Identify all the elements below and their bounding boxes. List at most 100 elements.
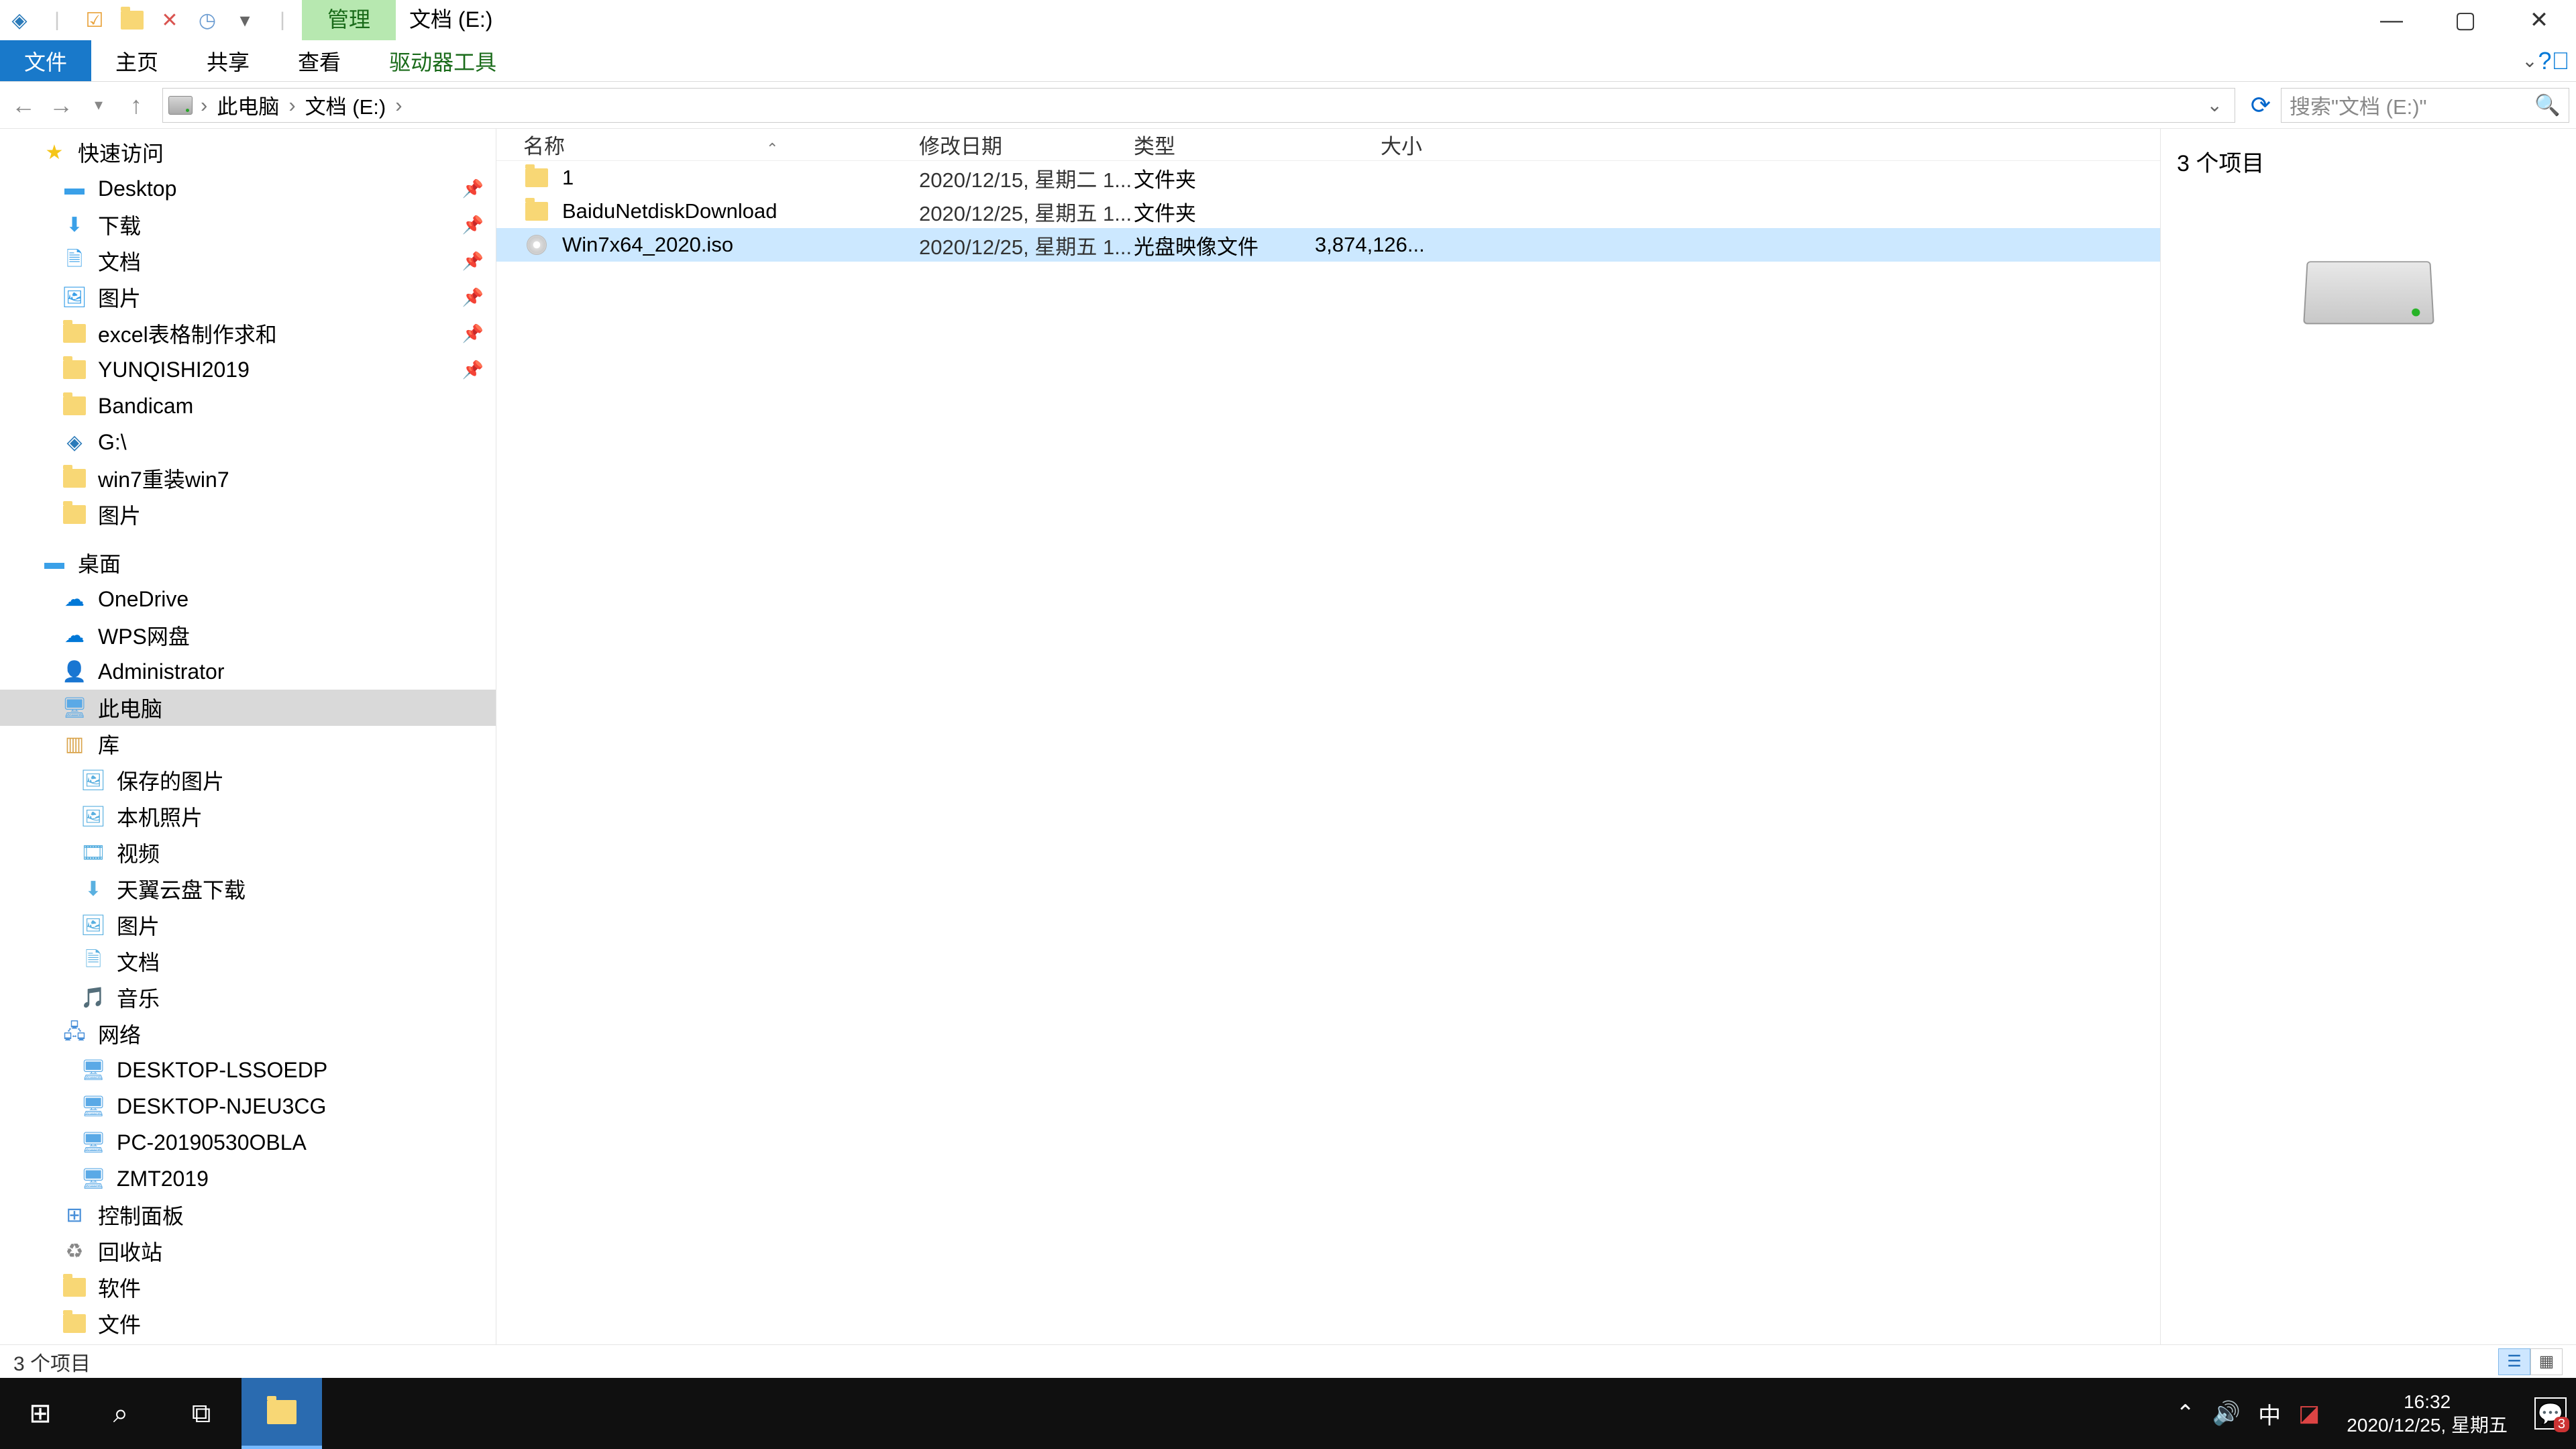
sidebar-item-onedrive[interactable]: ☁OneDrive <box>0 581 496 617</box>
column-headers[interactable]: 名称⌃ 修改日期 类型 大小 <box>496 129 2160 161</box>
help-icon[interactable]: ?⃝ <box>2545 40 2576 81</box>
sidebar-item-thispc[interactable]: 🖥此电脑 <box>0 690 496 726</box>
ribbon-tab-drive-tools[interactable]: 驱动器工具 <box>365 40 521 81</box>
sidebar-item-libraries[interactable]: ▥库 <box>0 726 496 762</box>
sidebar-item-files[interactable]: 文件 <box>0 1305 496 1342</box>
music-icon: 🎵 <box>79 985 107 1010</box>
ribbon-tab-home[interactable]: 主页 <box>91 40 182 81</box>
drive-illustration-icon <box>2303 261 2434 324</box>
sidebar-item-pc1[interactable]: 🖥DESKTOP-LSSOEDP <box>0 1052 496 1088</box>
file-list[interactable]: 12020/12/15, 星期二 1...文件夹BaiduNetdiskDown… <box>496 161 2160 1344</box>
tray-security-icon[interactable]: ◪ <box>2298 1400 2320 1427</box>
ime-icon[interactable]: 中 <box>2258 1397 2281 1430</box>
sidebar-item-pictures[interactable]: 🖼图片📌 <box>0 279 496 315</box>
qat-check-icon[interactable]: ☑ <box>79 5 110 36</box>
navigation-pane[interactable]: ★快速访问 ▬Desktop📌 ⬇下载📌 🗎文档📌 🖼图片📌 excel表格制作… <box>0 129 496 1344</box>
details-pane: 3 个项目 <box>2160 129 2576 1344</box>
address-dropdown-icon[interactable]: ⌄ <box>2200 94 2229 116</box>
library-icon: ▥ <box>60 732 89 756</box>
sidebar-item-tianyi[interactable]: ⬇天翼云盘下载 <box>0 871 496 907</box>
search-input[interactable]: 搜索"文档 (E:)" 🔍 <box>2281 88 2569 123</box>
taskbar-search-button[interactable]: ⌕ <box>80 1378 161 1449</box>
sidebar-item-pc2[interactable]: 🖥DESKTOP-NJEU3CG <box>0 1088 496 1124</box>
file-row[interactable]: BaiduNetdiskDownload2020/12/25, 星期五 1...… <box>496 195 2160 228</box>
ribbon-tab-view[interactable]: 查看 <box>274 40 365 81</box>
ribbon-tab-file[interactable]: 文件 <box>0 40 91 81</box>
column-size[interactable]: 大小 <box>1315 129 1422 160</box>
sidebar-item-videos[interactable]: 🎞视频 <box>0 835 496 871</box>
system-tray[interactable]: ⌃ 🔊 中 ◪ 16:32 2020/12/25, 星期五 💬3 <box>2176 1378 2576 1449</box>
sidebar-item-music[interactable]: 🎵音乐 <box>0 979 496 1016</box>
desktop-icon: ▬ <box>40 551 68 575</box>
star-icon: ★ <box>40 140 68 164</box>
qat-folder-icon[interactable] <box>117 5 148 36</box>
sidebar-item-software[interactable]: 软件 <box>0 1269 496 1305</box>
qat-properties-icon[interactable]: ◷ <box>192 5 223 36</box>
sidebar-item-documents[interactable]: 🗎文档📌 <box>0 243 496 279</box>
sidebar-item-pics3[interactable]: 🖼图片 <box>0 907 496 943</box>
sidebar-quick-access[interactable]: ★快速访问 <box>0 134 496 170</box>
file-row[interactable]: Win7x64_2020.iso2020/12/25, 星期五 1...光盘映像… <box>496 228 2160 262</box>
sidebar-item-gdrive[interactable]: ◈G:\ <box>0 424 496 460</box>
sidebar-item-recycle[interactable]: ♻回收站 <box>0 1233 496 1269</box>
breadcrumb-current[interactable]: 文档 (E:) <box>300 90 392 120</box>
breadcrumb-sep-icon[interactable]: › <box>288 93 295 117</box>
column-name[interactable]: 名称⌃ <box>523 129 919 160</box>
sidebar-item-pc4[interactable]: 🖥ZMT2019 <box>0 1161 496 1197</box>
start-button[interactable]: ⊞ <box>0 1378 80 1449</box>
sidebar-item-pictures2[interactable]: 图片 <box>0 496 496 533</box>
volume-icon[interactable]: 🔊 <box>2212 1400 2241 1427</box>
folder-icon <box>60 358 89 382</box>
nav-forward-button[interactable]: → <box>44 89 78 122</box>
taskbar-explorer-button[interactable] <box>241 1378 322 1449</box>
nav-up-button[interactable]: ↑ <box>119 89 153 122</box>
search-icon[interactable]: 🔍 <box>2534 93 2561 117</box>
sidebar-item-win7[interactable]: win7重装win7 <box>0 460 496 496</box>
refresh-button[interactable]: ⟳ <box>2245 89 2277 122</box>
action-center-button[interactable]: 💬3 <box>2534 1397 2567 1430</box>
sidebar-item-control-panel[interactable]: ⊞控制面板 <box>0 1197 496 1233</box>
sidebar-item-downloads[interactable]: ⬇下载📌 <box>0 207 496 243</box>
quick-access-toolbar: ◈ | ☑ ✕ ◷ ▾ | <box>0 0 302 40</box>
maximize-button[interactable]: ▢ <box>2428 0 2502 40</box>
sidebar-item-wps[interactable]: ☁WPS网盘 <box>0 617 496 653</box>
column-type[interactable]: 类型 <box>1134 129 1315 160</box>
folder-icon <box>60 321 89 345</box>
qat-dropdown-icon[interactable]: ▾ <box>229 5 260 36</box>
address-bar[interactable]: › 此电脑 › 文档 (E:) › ⌄ <box>162 88 2235 123</box>
nav-back-button[interactable]: ← <box>7 89 40 122</box>
nav-recent-dropdown[interactable]: ▾ <box>82 89 115 122</box>
taskbar[interactable]: ⊞ ⌕ ⧉ ⌃ 🔊 中 ◪ 16:32 2020/12/25, 星期五 💬3 <box>0 1378 2576 1449</box>
sidebar-item-excel[interactable]: excel表格制作求和📌 <box>0 315 496 352</box>
minimize-button[interactable]: — <box>2355 0 2428 40</box>
file-list-pane: 名称⌃ 修改日期 类型 大小 12020/12/15, 星期二 1...文件夹B… <box>496 129 2160 1344</box>
sidebar-item-docs2[interactable]: 🗎文档 <box>0 943 496 979</box>
sidebar-item-network[interactable]: 🖧网络 <box>0 1016 496 1052</box>
documents-icon: 🗎 <box>79 949 107 973</box>
pictures-icon: 🖼 <box>79 913 107 937</box>
title-tab-manage[interactable]: 管理 <box>302 0 396 40</box>
breadcrumb-sep-icon[interactable]: › <box>395 93 402 117</box>
breadcrumb-this-pc[interactable]: 此电脑 <box>211 90 284 120</box>
view-icons-button[interactable]: ▦ <box>2530 1348 2563 1375</box>
close-button[interactable]: ✕ <box>2502 0 2576 40</box>
taskbar-clock[interactable]: 16:32 2020/12/25, 星期五 <box>2337 1390 2517 1437</box>
qat-delete-icon[interactable]: ✕ <box>154 5 185 36</box>
sidebar-item-pc3[interactable]: 🖥PC-20190530OBLA <box>0 1124 496 1161</box>
sidebar-item-bandicam[interactable]: Bandicam <box>0 388 496 424</box>
sidebar-item-admin[interactable]: 👤Administrator <box>0 653 496 690</box>
sidebar-item-yunqishi[interactable]: YUNQISHI2019📌 <box>0 352 496 388</box>
sidebar-item-local-photos[interactable]: 🖼本机照片 <box>0 798 496 835</box>
sidebar-item-saved-pics[interactable]: 🖼保存的图片 <box>0 762 496 798</box>
ribbon-tab-share[interactable]: 共享 <box>182 40 274 81</box>
view-details-button[interactable]: ☰ <box>2498 1348 2530 1375</box>
file-type: 文件夹 <box>1134 163 1315 193</box>
task-view-button[interactable]: ⧉ <box>161 1378 241 1449</box>
app-icon[interactable]: ◈ <box>4 5 35 36</box>
sidebar-desktop-group[interactable]: ▬桌面 <box>0 545 496 581</box>
sidebar-item-desktop[interactable]: ▬Desktop📌 <box>0 170 496 207</box>
user-icon: 👤 <box>60 659 89 684</box>
file-row[interactable]: 12020/12/15, 星期二 1...文件夹 <box>496 161 2160 195</box>
column-date[interactable]: 修改日期 <box>919 129 1134 160</box>
tray-overflow-icon[interactable]: ⌃ <box>2176 1400 2195 1427</box>
